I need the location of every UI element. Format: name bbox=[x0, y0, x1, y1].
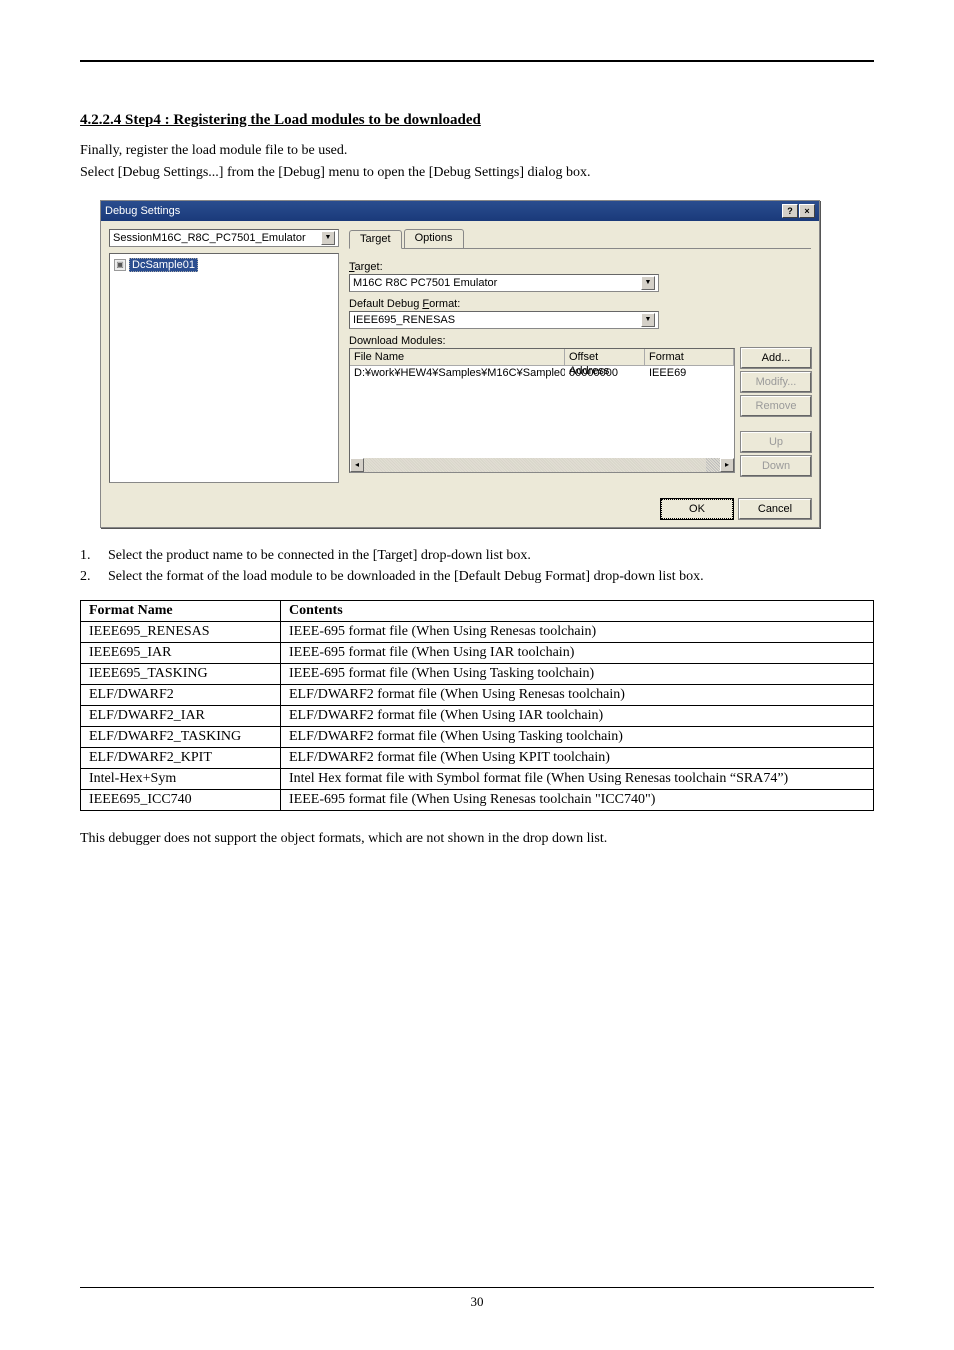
list-header: File Name Offset Address Format bbox=[350, 349, 734, 366]
cancel-button[interactable]: Cancel bbox=[739, 499, 811, 519]
closing-text: This debugger does not support the objec… bbox=[80, 829, 874, 849]
intro-line-1: Finally, register the load module file t… bbox=[80, 141, 874, 161]
list-row[interactable]: D:¥work¥HEW4¥Samples¥M16C¥Sample01.x30 0… bbox=[350, 366, 734, 380]
table-row: IEEE695_RENESASIEEE-695 format file (Whe… bbox=[81, 622, 874, 643]
scroll-left-icon[interactable]: ◂ bbox=[350, 458, 364, 472]
horizontal-scrollbar[interactable]: ◂ ▸ bbox=[350, 458, 734, 472]
table-row: IEEE695_TASKINGIEEE-695 format file (Whe… bbox=[81, 664, 874, 685]
cell-name: ELF/DWARF2_KPIT bbox=[81, 748, 281, 769]
table-row: IEEE695_IARIEEE-695 format file (When Us… bbox=[81, 643, 874, 664]
modify-button[interactable]: Modify... bbox=[741, 372, 811, 392]
cell-contents: IEEE-695 format file (When Using Tasking… bbox=[281, 664, 874, 685]
cell-name: ELF/DWARF2 bbox=[81, 685, 281, 706]
target-label: Target: bbox=[349, 261, 811, 273]
cell-name: IEEE695_RENESAS bbox=[81, 622, 281, 643]
table-row: Intel-Hex+SymIntel Hex format file with … bbox=[81, 769, 874, 790]
chevron-down-icon: ▼ bbox=[641, 276, 655, 290]
col-offset[interactable]: Offset Address bbox=[565, 349, 645, 365]
scroll-right-icon[interactable]: ▸ bbox=[720, 458, 734, 472]
cell-contents: ELF/DWARF2 format file (When Using Taski… bbox=[281, 727, 874, 748]
table-row: ELF/DWARF2_IARELF/DWARF2 format file (Wh… bbox=[81, 706, 874, 727]
cell-name: Intel-Hex+Sym bbox=[81, 769, 281, 790]
list-item: 1.Select the product name to be connecte… bbox=[80, 546, 874, 566]
cell-contents: IEEE-695 format file (When Using Renesas… bbox=[281, 790, 874, 811]
dialog-title: Debug Settings bbox=[105, 205, 180, 217]
list-item: 2.Select the format of the load module t… bbox=[80, 567, 874, 587]
ok-button[interactable]: OK bbox=[661, 499, 733, 519]
footer-rule bbox=[80, 1287, 874, 1288]
table-row: ELF/DWARF2_TASKINGELF/DWARF2 format file… bbox=[81, 727, 874, 748]
modules-list[interactable]: File Name Offset Address Format D:¥work¥… bbox=[349, 348, 735, 473]
format-table: Format Name Contents IEEE695_RENESASIEEE… bbox=[80, 600, 874, 811]
chevron-down-icon: ▼ bbox=[641, 313, 655, 327]
cell-name: ELF/DWARF2_TASKING bbox=[81, 727, 281, 748]
session-dropdown[interactable]: SessionM16C_R8C_PC7501_Emulator ▼ bbox=[109, 229, 339, 247]
section-heading: 4.2.2.4 Step4 : Registering the Load mod… bbox=[80, 112, 874, 129]
cell-offset: 00000000 bbox=[565, 366, 645, 380]
cell-format: IEEE69 bbox=[645, 366, 734, 380]
cell-contents: ELF/DWARF2 format file (When Using IAR t… bbox=[281, 706, 874, 727]
resize-grip-icon bbox=[706, 458, 720, 472]
cell-name: IEEE695_TASKING bbox=[81, 664, 281, 685]
col-format[interactable]: Format bbox=[645, 349, 734, 365]
target-dropdown[interactable]: M16C R8C PC7501 Emulator ▼ bbox=[349, 274, 659, 292]
chevron-down-icon: ▼ bbox=[321, 231, 335, 245]
scroll-track[interactable] bbox=[364, 458, 720, 472]
tab-target[interactable]: Target bbox=[349, 230, 402, 249]
cell-contents: ELF/DWARF2 format file (When Using Renes… bbox=[281, 685, 874, 706]
col-file[interactable]: File Name bbox=[350, 349, 565, 365]
tree-item-sample[interactable]: DcSample01 bbox=[129, 258, 198, 272]
cell-file: D:¥work¥HEW4¥Samples¥M16C¥Sample01.x30 bbox=[350, 366, 565, 380]
add-button[interactable]: Add... bbox=[741, 348, 811, 368]
top-rule bbox=[80, 60, 874, 62]
table-row: ELF/DWARF2_KPITELF/DWARF2 format file (W… bbox=[81, 748, 874, 769]
cell-contents: ELF/DWARF2 format file (When Using KPIT … bbox=[281, 748, 874, 769]
cell-name: IEEE695_ICC740 bbox=[81, 790, 281, 811]
help-button[interactable]: ? bbox=[782, 204, 798, 218]
modules-label: Download Modules: bbox=[349, 335, 811, 347]
format-dropdown[interactable]: IEEE695_RENESAS ▼ bbox=[349, 311, 659, 329]
table-row: IEEE695_ICC740IEEE-695 format file (When… bbox=[81, 790, 874, 811]
intro-line-2: Select [Debug Settings...] from the [Deb… bbox=[80, 163, 874, 183]
tab-options[interactable]: Options bbox=[404, 229, 464, 248]
project-tree[interactable]: ▣DcSample01 bbox=[109, 253, 339, 483]
down-button[interactable]: Down bbox=[741, 456, 811, 476]
debug-settings-dialog: Debug Settings ? × SessionM16C_R8C_PC750… bbox=[100, 200, 820, 528]
th-contents: Contents bbox=[281, 601, 874, 622]
format-label: Default Debug Format: bbox=[349, 298, 811, 310]
target-value: M16C R8C PC7501 Emulator bbox=[353, 277, 497, 289]
cell-contents: IEEE-695 format file (When Using IAR too… bbox=[281, 643, 874, 664]
cell-name: ELF/DWARF2_IAR bbox=[81, 706, 281, 727]
up-button[interactable]: Up bbox=[741, 432, 811, 452]
page-number: 30 bbox=[80, 1294, 874, 1310]
session-dropdown-value: SessionM16C_R8C_PC7501_Emulator bbox=[113, 232, 306, 244]
dialog-titlebar: Debug Settings ? × bbox=[101, 201, 819, 221]
cell-contents: Intel Hex format file with Symbol format… bbox=[281, 769, 874, 790]
project-icon: ▣ bbox=[114, 259, 126, 271]
cell-contents: IEEE-695 format file (When Using Renesas… bbox=[281, 622, 874, 643]
tabstrip: Target Options bbox=[349, 229, 811, 249]
remove-button[interactable]: Remove bbox=[741, 396, 811, 416]
close-button[interactable]: × bbox=[799, 204, 815, 218]
format-value: IEEE695_RENESAS bbox=[353, 314, 455, 326]
table-row: ELF/DWARF2ELF/DWARF2 format file (When U… bbox=[81, 685, 874, 706]
instruction-list: 1.Select the product name to be connecte… bbox=[80, 546, 874, 586]
th-format-name: Format Name bbox=[81, 601, 281, 622]
cell-name: IEEE695_IAR bbox=[81, 643, 281, 664]
